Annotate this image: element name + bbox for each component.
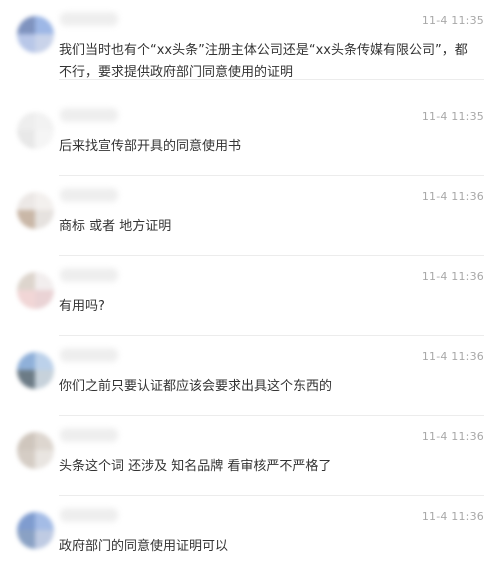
comment-text: 政府部门的同意使用证明可以: [59, 539, 229, 554]
blurred-username: [60, 188, 118, 202]
comment-item: 11-4 11:36 你们之前只要认证都应该会要求出具这个东西的: [0, 336, 501, 416]
avatar[interactable]: [17, 352, 54, 389]
comment-feed: 11-4 11:35 我们当时也有个“xx头条”注册主体公司还是“xx头条传媒有…: [0, 0, 501, 569]
avatar[interactable]: [17, 512, 54, 549]
comment-item: 11-4 11:35 后来找宣传部开具的同意使用书: [0, 96, 501, 176]
avatar[interactable]: [17, 112, 54, 149]
comment-text: 商标 或者 地方证明: [59, 219, 172, 234]
comment-timestamp: 11-4 11:36: [421, 270, 484, 283]
comment-timestamp: 11-4 11:36: [421, 510, 484, 523]
comment-item: 11-4 11:36 有用吗?: [0, 256, 501, 336]
comment-text: 有用吗?: [59, 299, 105, 314]
blurred-username: [60, 268, 118, 282]
comment-timestamp: 11-4 11:36: [421, 190, 484, 203]
divider: [59, 79, 484, 80]
comment-text: 后来找宣传部开具的同意使用书: [59, 139, 242, 154]
comment-text: 我们当时也有个“xx头条”注册主体公司还是“xx头条传媒有限公司”，都不行，要求…: [59, 43, 468, 80]
avatar[interactable]: [17, 16, 54, 53]
blurred-username: [60, 12, 118, 26]
blurred-username: [60, 428, 118, 442]
blurred-username: [60, 108, 118, 122]
comment-item: 11-4 11:36 政府部门的同意使用证明可以: [0, 496, 501, 576]
comment-item: 11-4 11:36 头条这个词 还涉及 知名品牌 看审核严不严格了: [0, 416, 501, 496]
avatar[interactable]: [17, 432, 54, 469]
comment-text: 你们之前只要认证都应该会要求出具这个东西的: [59, 379, 333, 394]
comment-item: 11-4 11:35 我们当时也有个“xx头条”注册主体公司还是“xx头条传媒有…: [0, 0, 501, 80]
comment-timestamp: 11-4 11:35: [421, 110, 484, 123]
avatar[interactable]: [17, 272, 54, 309]
comment-timestamp: 11-4 11:36: [421, 350, 484, 363]
comment-text: 头条这个词 还涉及 知名品牌 看审核严不严格了: [59, 459, 332, 474]
comment-timestamp: 11-4 11:35: [421, 14, 484, 27]
blurred-username: [60, 508, 118, 522]
blurred-username: [60, 348, 118, 362]
comment-timestamp: 11-4 11:36: [421, 430, 484, 443]
comment-item: 11-4 11:36 商标 或者 地方证明: [0, 176, 501, 256]
avatar[interactable]: [17, 192, 54, 229]
